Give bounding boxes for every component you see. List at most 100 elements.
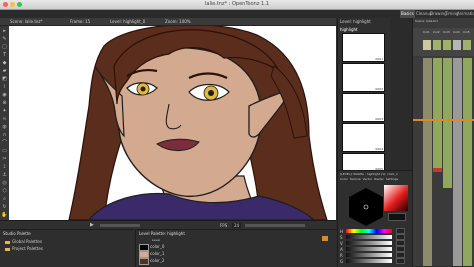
column-header[interactable]: Col2 — [433, 30, 440, 34]
folder-label: Project Palettes — [12, 246, 43, 251]
eraser-tool-icon[interactable]: ◩ — [1, 76, 8, 82]
style-editor-tabs: Color Texture Vector Raster Settings — [340, 177, 398, 181]
room-tab-animation[interactable]: Animation — [456, 10, 474, 18]
xsheet-cell-column[interactable] — [463, 58, 472, 266]
fill-tool-icon[interactable]: ◆ — [1, 60, 8, 66]
style-name[interactable]: color_0 — [150, 244, 164, 249]
xsheet-cell-column[interactable] — [453, 58, 462, 266]
column-thumbnail — [453, 40, 461, 50]
xsheet-column-headers: Col1 Col2 Col3 Col4 Col5 — [413, 28, 474, 56]
cutter-tool-icon[interactable]: ✂ — [1, 156, 8, 162]
play-icon[interactable]: ▶ — [90, 223, 95, 228]
channel-s-label: S — [340, 235, 343, 240]
alpha-slider[interactable] — [346, 247, 392, 251]
saturation-slider[interactable] — [346, 235, 392, 239]
palette-folder-global[interactable]: Global Palettes — [5, 239, 42, 244]
level-frame[interactable]: 0004 — [342, 123, 385, 152]
channel-v-label: V — [340, 241, 343, 246]
tab-settings[interactable]: Settings — [386, 177, 398, 181]
window-titlebar: lalie.tnz* : OpenToonz 1.1 — [0, 0, 474, 10]
left-pupil — [140, 86, 146, 92]
selection-tool-icon[interactable]: ▸ — [1, 28, 8, 34]
level-frame[interactable]: 0001 — [342, 33, 385, 62]
character-illustration — [9, 26, 336, 220]
column-header[interactable]: Col3 — [443, 30, 450, 34]
green-slider[interactable] — [346, 259, 392, 263]
viewer-zoom: Zoom: 100% — [165, 19, 191, 24]
frame-slider[interactable] — [100, 224, 140, 227]
viewer-level: Level: highlight_0 — [110, 19, 146, 24]
paint-brush-tool-icon[interactable]: ▰ — [1, 68, 8, 74]
xsheet-cell-column[interactable] — [433, 58, 442, 168]
window-title: lalie.tnz* : OpenToonz 1.1 — [204, 1, 270, 7]
rgb-picker-tool-icon[interactable]: ⊕ — [1, 100, 8, 106]
brush-tool-icon[interactable]: ✎ — [1, 36, 8, 42]
color-wheel[interactable] — [346, 187, 386, 227]
current-color-swatch — [388, 213, 406, 221]
column-header[interactable]: Col5 — [463, 30, 470, 34]
right-pupil — [208, 90, 214, 96]
viewer-frame: Frame: 15 — [70, 19, 91, 24]
control-point-tool-icon[interactable]: ✦ — [1, 108, 8, 114]
current-frame-marker — [413, 119, 474, 121]
channel-g-field[interactable] — [396, 258, 405, 264]
channel-g-label: G — [340, 259, 344, 264]
tab-color[interactable]: Color — [340, 177, 348, 181]
hue-slider[interactable] — [346, 229, 392, 233]
level-strip-title: Level: highlight — [340, 19, 371, 24]
zoom-tool-icon[interactable]: ⌕ — [1, 196, 8, 202]
tape-tool-icon[interactable]: ⌇ — [1, 84, 8, 90]
style-picker-tool-icon[interactable]: ◉ — [1, 92, 8, 98]
keyframe-marker — [433, 168, 442, 172]
geometric-tool-icon[interactable]: □ — [1, 44, 8, 50]
red-slider[interactable] — [346, 253, 392, 257]
style-chip[interactable] — [139, 244, 149, 251]
room-tab-basics[interactable]: Basics — [400, 10, 415, 18]
column-header[interactable]: Col4 — [453, 30, 460, 34]
viewer-scene-name: Scene: lalie.tnz* — [10, 19, 43, 24]
bender-tool-icon[interactable]: ⌒ — [1, 140, 8, 146]
fps-field[interactable]: 24 — [232, 223, 242, 228]
tab-texture[interactable]: Texture — [350, 177, 361, 181]
style-chip[interactable] — [139, 258, 149, 265]
color-square[interactable] — [384, 185, 408, 211]
tracker-tool-icon[interactable]: ◎ — [1, 180, 8, 186]
pump-tool-icon[interactable]: ◍ — [1, 124, 8, 130]
style-editor: [LEVEL]: Palette : highlight (1): color_… — [337, 170, 412, 267]
frame-number-column — [413, 58, 422, 266]
folder-icon — [5, 247, 10, 251]
level-name: highlight — [340, 27, 358, 32]
palette-lock-icon[interactable] — [322, 236, 328, 241]
tab-vector[interactable]: Vector — [363, 177, 373, 181]
plastic-tool-icon[interactable]: ⬡ — [1, 188, 8, 194]
level-palette-tab[interactable]: Level — [152, 238, 160, 242]
skeleton-tool-icon[interactable]: ⟟ — [1, 164, 8, 170]
level-frame[interactable]: 0002 — [342, 63, 385, 92]
xsheet-cell-column[interactable] — [423, 58, 432, 266]
rotate-tool-icon[interactable]: ↻ — [1, 204, 8, 210]
column-header[interactable]: Col1 — [423, 30, 430, 34]
channel-h-label: H — [340, 229, 344, 234]
viewer-header: Scene: lalie.tnz* Frame: 15 Level: highl… — [0, 18, 336, 26]
value-slider[interactable] — [346, 241, 392, 245]
style-name[interactable]: color_2 — [150, 258, 164, 263]
style-name[interactable]: color_1 — [150, 251, 164, 256]
hook-tool-icon[interactable]: ⚓ — [1, 172, 8, 178]
style-chip[interactable] — [139, 251, 149, 258]
column-thumbnail — [463, 40, 471, 50]
hand-tool-icon[interactable]: ✋ — [1, 212, 8, 218]
studio-palette-panel: Studio Palette Global Palettes Project P… — [0, 229, 134, 267]
level-palette-panel: Level Palette: highlight Level color_0 c… — [135, 229, 337, 267]
iron-tool-icon[interactable]: ▭ — [1, 148, 8, 154]
xsheet-header: Scene: lalie.tnz — [415, 19, 438, 23]
palette-folder-project[interactable]: Project Palettes — [5, 246, 43, 251]
folder-icon — [5, 240, 10, 244]
magnet-tool-icon[interactable]: ∩ — [1, 132, 8, 138]
tab-raster[interactable]: Raster — [374, 177, 384, 181]
pinch-tool-icon[interactable]: ≈ — [1, 116, 8, 122]
level-frame[interactable]: 0003 — [342, 93, 385, 122]
fps-slider[interactable] — [245, 224, 305, 227]
viewer-canvas[interactable] — [9, 26, 336, 220]
type-tool-icon[interactable]: T — [1, 52, 8, 58]
xsheet-cell-column[interactable] — [443, 58, 452, 188]
